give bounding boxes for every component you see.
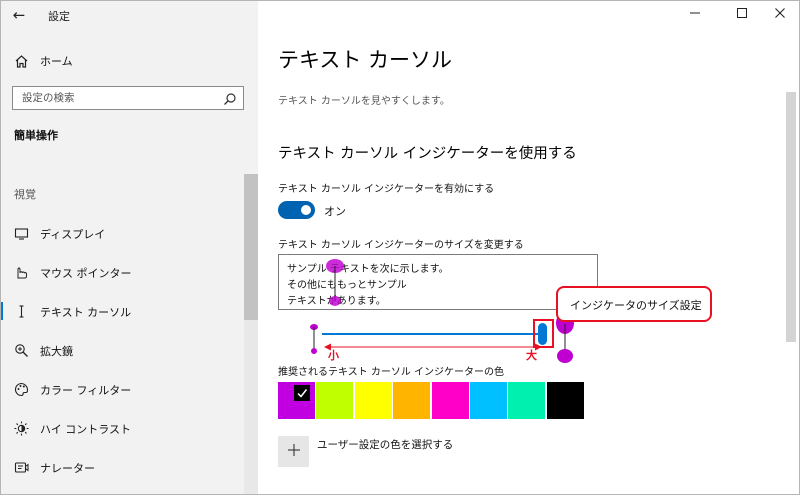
sidebar-item-label: テキスト カーソル xyxy=(40,306,132,319)
sidebar-item-home[interactable]: ホーム xyxy=(0,48,258,74)
search-input[interactable] xyxy=(13,87,213,109)
text-cursor-icon xyxy=(13,303,29,319)
size-setting-callout: インジケータのサイズ設定 xyxy=(556,286,712,322)
sidebar-item-color-filter[interactable]: カラー フィルター xyxy=(0,374,244,404)
search-box[interactable] xyxy=(12,86,244,110)
active-indicator xyxy=(0,302,3,320)
sidebar-item-display[interactable]: ディスプレイ xyxy=(0,218,244,248)
color-swatch[interactable] xyxy=(469,382,507,419)
page-title: テキスト カーソル xyxy=(278,48,453,72)
color-swatch[interactable] xyxy=(546,382,584,419)
preview-line: サンプル テキストを次に示します。 xyxy=(287,264,449,275)
color-swatches xyxy=(278,382,585,419)
color-swatch[interactable] xyxy=(508,382,546,419)
main-scrollbar[interactable] xyxy=(786,92,796,342)
toggle-state-text: オン xyxy=(324,205,346,218)
color-swatch[interactable] xyxy=(278,382,315,419)
sidebar-item-label: 拡大鏡 xyxy=(40,345,73,358)
sidebar-item-mouse-pointer[interactable]: マウス ポインター xyxy=(0,257,244,287)
search-icon[interactable] xyxy=(223,91,237,105)
group-label: 視覚 xyxy=(14,188,36,201)
sidebar-item-high-contrast[interactable]: ハイ コントラスト xyxy=(0,413,244,443)
color-swatch[interactable] xyxy=(354,382,392,419)
sidebar-item-label: カラー フィルター xyxy=(40,384,132,397)
checkmark-icon xyxy=(294,385,310,401)
size-label: テキスト カーソル インジケーターのサイズを変更する xyxy=(278,240,524,251)
cursor-indicator-preview xyxy=(326,259,344,306)
preview-box: サンプル テキストを次に示します。 その他にももっとサンプル テキストがあります… xyxy=(278,254,598,310)
app-title: 設定 xyxy=(48,10,70,23)
sidebar-scrollbar-thumb[interactable] xyxy=(244,174,258,320)
plus-icon xyxy=(287,442,301,461)
mouse-pointer-icon xyxy=(13,264,29,280)
sidebar-item-label: ディスプレイ xyxy=(40,228,106,241)
min-size-indicator-icon xyxy=(310,324,318,354)
display-icon xyxy=(13,225,29,241)
magnifier-icon xyxy=(13,342,29,358)
section-label: 簡単操作 xyxy=(14,129,58,142)
main-content: テキスト カーソル テキスト カーソルを見やすくします。 テキスト カーソル イ… xyxy=(258,0,800,495)
color-label: 推奨されるテキスト カーソル インジケーターの色 xyxy=(278,367,505,378)
scale-arrow xyxy=(324,343,542,351)
sidebar-item-label: ナレーター xyxy=(40,462,95,475)
callout-text: インジケータのサイズ設定 xyxy=(570,299,702,312)
sidebar-item-magnifier[interactable]: 拡大鏡 xyxy=(0,335,244,365)
scale-min-label: 小 xyxy=(328,349,339,362)
custom-color-label[interactable]: ユーザー設定の色を選択する xyxy=(317,437,453,452)
color-swatch[interactable] xyxy=(393,382,431,419)
color-swatch[interactable] xyxy=(431,382,469,419)
section-heading: テキスト カーソル インジケーターを使用する xyxy=(278,146,577,162)
narrator-icon xyxy=(13,459,29,475)
home-icon xyxy=(13,53,29,69)
color-swatch[interactable] xyxy=(316,382,354,419)
high-contrast-icon xyxy=(13,420,29,436)
page-description: テキスト カーソルを見やすくします。 xyxy=(278,96,450,107)
sidebar-item-label: マウス ポインター xyxy=(40,267,132,280)
sidebar: ← 設定 ホーム 簡単操作 視覚 ディスプレイ マウス ポインター テキスト カ… xyxy=(0,0,258,495)
sidebar-item-label: ホーム xyxy=(40,55,73,68)
back-arrow-icon[interactable]: ← xyxy=(8,4,30,26)
add-custom-color-button[interactable] xyxy=(278,436,309,467)
toggle-knob xyxy=(301,205,311,215)
toggle-label: テキスト カーソル インジケーターを有効にする xyxy=(278,184,495,195)
sidebar-item-text-cursor[interactable]: テキスト カーソル xyxy=(0,296,244,326)
sidebar-item-label: ハイ コントラスト xyxy=(40,423,132,436)
color-filter-icon xyxy=(13,381,29,397)
indicator-toggle[interactable] xyxy=(278,201,315,219)
size-slider-track[interactable] xyxy=(322,333,544,335)
sidebar-item-narrator[interactable]: ナレーター xyxy=(0,452,244,482)
scale-max-label: 大 xyxy=(526,349,537,362)
